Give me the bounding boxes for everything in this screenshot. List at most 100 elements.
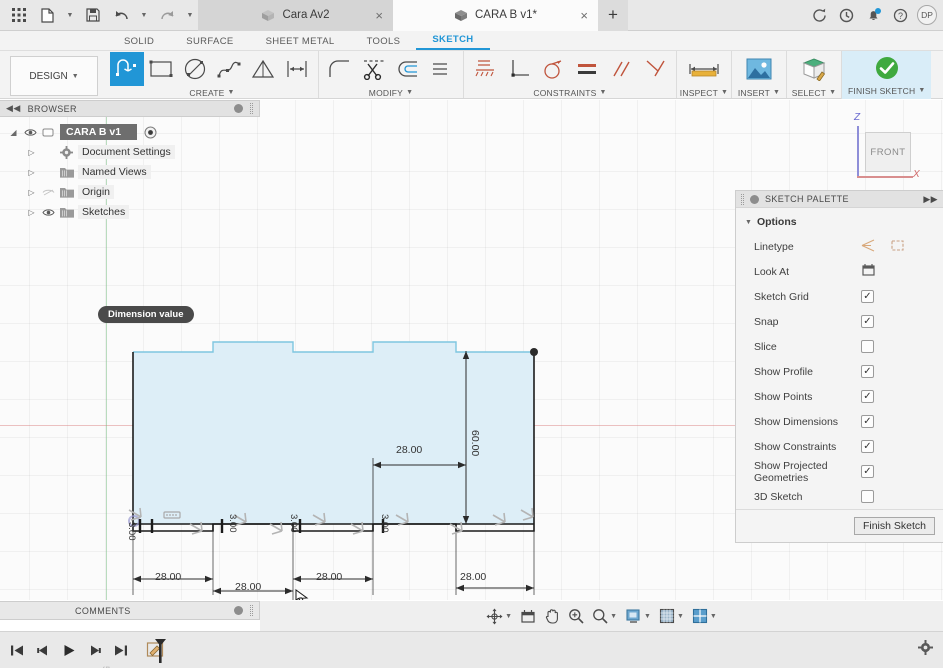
comments-panel-grip[interactable] bbox=[250, 605, 253, 616]
tangent-constraint-icon[interactable] bbox=[536, 52, 570, 86]
sketch-dimension-icon[interactable] bbox=[280, 52, 314, 86]
equal-constraint-icon[interactable] bbox=[570, 52, 604, 86]
ribbon-group-create-label[interactable]: CREATE ▼ bbox=[189, 87, 234, 98]
ribbon-tab-tools[interactable]: TOOLS bbox=[351, 31, 417, 50]
document-tab-1[interactable]: Cara Av2 × bbox=[198, 0, 393, 31]
show-constraints-checkbox[interactable]: ✓ bbox=[861, 440, 874, 453]
3d-sketch-checkbox[interactable] bbox=[861, 490, 874, 503]
browser-panel-grip[interactable] bbox=[250, 103, 253, 114]
look-at-icon[interactable] bbox=[861, 263, 876, 280]
pan-hand-icon[interactable] bbox=[541, 608, 563, 624]
ribbon-group-finish-sketch-label[interactable]: FINISH SKETCH ▼ bbox=[848, 85, 925, 96]
document-tab-2-close-icon[interactable]: × bbox=[580, 9, 588, 22]
measure-icon[interactable] bbox=[681, 51, 727, 87]
tree-node-document-settings[interactable]: ▷ Document Settings bbox=[0, 142, 260, 162]
slice-checkbox[interactable] bbox=[861, 340, 874, 353]
timeline-settings-icon[interactable] bbox=[918, 640, 933, 658]
spline-tool-icon[interactable] bbox=[212, 52, 246, 86]
activate-component-icon[interactable] bbox=[143, 126, 158, 139]
snap-checkbox[interactable]: ✓ bbox=[861, 315, 874, 328]
undo-dropdown-caret[interactable]: ▼ bbox=[136, 3, 152, 27]
expand-arrow-icon[interactable]: ▷ bbox=[26, 208, 37, 217]
redo-icon[interactable] bbox=[154, 3, 180, 27]
viewports-icon[interactable]: ▼ bbox=[689, 608, 720, 624]
ribbon-group-select-label[interactable]: SELECT ▼ bbox=[792, 87, 836, 98]
thickness-dim-4-label[interactable]: 3.00 bbox=[379, 514, 390, 533]
sketch-palette-grip[interactable] bbox=[741, 193, 744, 205]
display-settings-icon[interactable]: ▼ bbox=[622, 608, 654, 624]
show-dimensions-checkbox[interactable]: ✓ bbox=[861, 415, 874, 428]
workspace-selector-button[interactable]: DESIGN ▼ bbox=[10, 56, 98, 96]
trim-tool-icon[interactable] bbox=[357, 52, 391, 86]
visibility-eye-icon[interactable] bbox=[23, 128, 37, 137]
viewcube-front-face[interactable]: FRONT bbox=[865, 132, 911, 172]
palette-row-show-points[interactable]: Show Points ✓ bbox=[736, 384, 943, 409]
palette-section-options[interactable]: ▼ Options bbox=[736, 208, 943, 234]
sketch-grid-checkbox[interactable]: ✓ bbox=[861, 290, 874, 303]
visibility-eye-off-icon[interactable] bbox=[41, 188, 55, 197]
ribbon-group-inspect-label[interactable]: INSPECT ▼ bbox=[680, 87, 728, 98]
visibility-eye-icon[interactable] bbox=[41, 208, 55, 217]
ribbon-tab-surface[interactable]: SURFACE bbox=[170, 31, 249, 50]
timeline-go-to-end-icon[interactable] bbox=[112, 640, 129, 660]
centerline-icon[interactable] bbox=[890, 239, 905, 255]
ribbon-group-insert-label[interactable]: INSERT ▼ bbox=[738, 87, 780, 98]
expand-arrow-icon[interactable]: ▷ bbox=[26, 168, 37, 177]
comments-panel-header[interactable]: COMMENTS bbox=[0, 601, 260, 620]
fix-constraint-icon[interactable] bbox=[468, 52, 502, 86]
show-projected-geometries-checkbox[interactable]: ✓ bbox=[861, 465, 874, 478]
collapse-right-icon[interactable]: ▶▶ bbox=[923, 194, 938, 205]
timeline-step-back-icon[interactable] bbox=[34, 640, 51, 660]
ribbon-group-modify-label[interactable]: MODIFY ▼ bbox=[369, 87, 413, 98]
bottom-dim-3-label[interactable]: 28.00 bbox=[316, 571, 342, 583]
ribbon-tab-sketch[interactable]: SKETCH bbox=[416, 31, 490, 50]
timeline-step-forward-icon[interactable] bbox=[86, 640, 103, 660]
palette-row-3d-sketch[interactable]: 3D Sketch bbox=[736, 484, 943, 509]
new-file-dropdown-caret[interactable]: ▼ bbox=[62, 3, 78, 27]
zoom-window-icon[interactable] bbox=[565, 608, 587, 624]
circle-tool-icon[interactable] bbox=[178, 52, 212, 86]
pan-look-at-icon[interactable] bbox=[517, 609, 539, 624]
comments-panel-minimize-icon[interactable] bbox=[234, 606, 243, 615]
bottom-dim-2-label[interactable]: 28.00 bbox=[235, 581, 261, 593]
select-icon[interactable] bbox=[791, 51, 837, 87]
parallel-constraint-icon[interactable] bbox=[604, 52, 638, 86]
recent-history-icon[interactable] bbox=[833, 0, 860, 31]
zoom-icon[interactable]: ▼ bbox=[589, 608, 620, 624]
tree-node-sketches[interactable]: ▷ Sketches bbox=[0, 202, 260, 222]
palette-row-show-dimensions[interactable]: Show Dimensions ✓ bbox=[736, 409, 943, 434]
app-grid-icon[interactable] bbox=[6, 3, 32, 27]
redo-dropdown-caret[interactable]: ▼ bbox=[182, 3, 198, 27]
view-cube[interactable]: Z X FRONT bbox=[843, 112, 923, 184]
bottom-dim-4-label[interactable]: 28.00 bbox=[460, 571, 486, 583]
construction-line-icon[interactable] bbox=[861, 239, 876, 255]
coincident-constraint-icon[interactable] bbox=[638, 52, 672, 86]
notifications-bell-icon[interactable] bbox=[860, 0, 887, 31]
bottom-dim-1-label[interactable]: 28.00 bbox=[155, 571, 181, 583]
orbit-icon[interactable]: ▼ bbox=[483, 608, 515, 625]
insert-image-icon[interactable] bbox=[736, 51, 782, 87]
ribbon-group-finish-sketch[interactable]: FINISH SKETCH ▼ bbox=[841, 51, 932, 99]
timeline-play-icon[interactable] bbox=[60, 640, 77, 660]
collapse-left-icon[interactable]: ◀◀ bbox=[6, 103, 21, 114]
tree-node-origin[interactable]: ▷ Origin bbox=[0, 182, 260, 202]
palette-row-snap[interactable]: Snap ✓ bbox=[736, 309, 943, 334]
expand-arrow-icon[interactable]: ▷ bbox=[26, 188, 37, 197]
palette-row-show-constraints[interactable]: Show Constraints ✓ bbox=[736, 434, 943, 459]
palette-row-show-projected-geometries[interactable]: Show Projected Geometries ✓ bbox=[736, 459, 943, 484]
sketch-palette-minimize-icon[interactable] bbox=[750, 194, 759, 204]
timeline-sketch-marker-icon[interactable] bbox=[146, 637, 170, 663]
browser-panel-minimize-icon[interactable] bbox=[234, 104, 243, 113]
fillet-tool-icon[interactable] bbox=[323, 52, 357, 86]
offset-tool-icon[interactable] bbox=[391, 52, 425, 86]
document-tab-2[interactable]: CARA B v1* × bbox=[393, 0, 598, 31]
show-profile-checkbox[interactable]: ✓ bbox=[861, 365, 874, 378]
extend-tool-icon[interactable] bbox=[425, 52, 459, 86]
palette-row-show-profile[interactable]: Show Profile ✓ bbox=[736, 359, 943, 384]
expand-arrow-icon[interactable]: ▷ bbox=[26, 148, 37, 157]
refresh-icon[interactable] bbox=[806, 0, 833, 31]
ribbon-tab-sheet-metal[interactable]: SHEET METAL bbox=[250, 31, 351, 50]
palette-row-slice[interactable]: Slice bbox=[736, 334, 943, 359]
palette-row-sketch-grid[interactable]: Sketch Grid ✓ bbox=[736, 284, 943, 309]
upper-width-dim-label[interactable]: 28.00 bbox=[396, 444, 422, 456]
